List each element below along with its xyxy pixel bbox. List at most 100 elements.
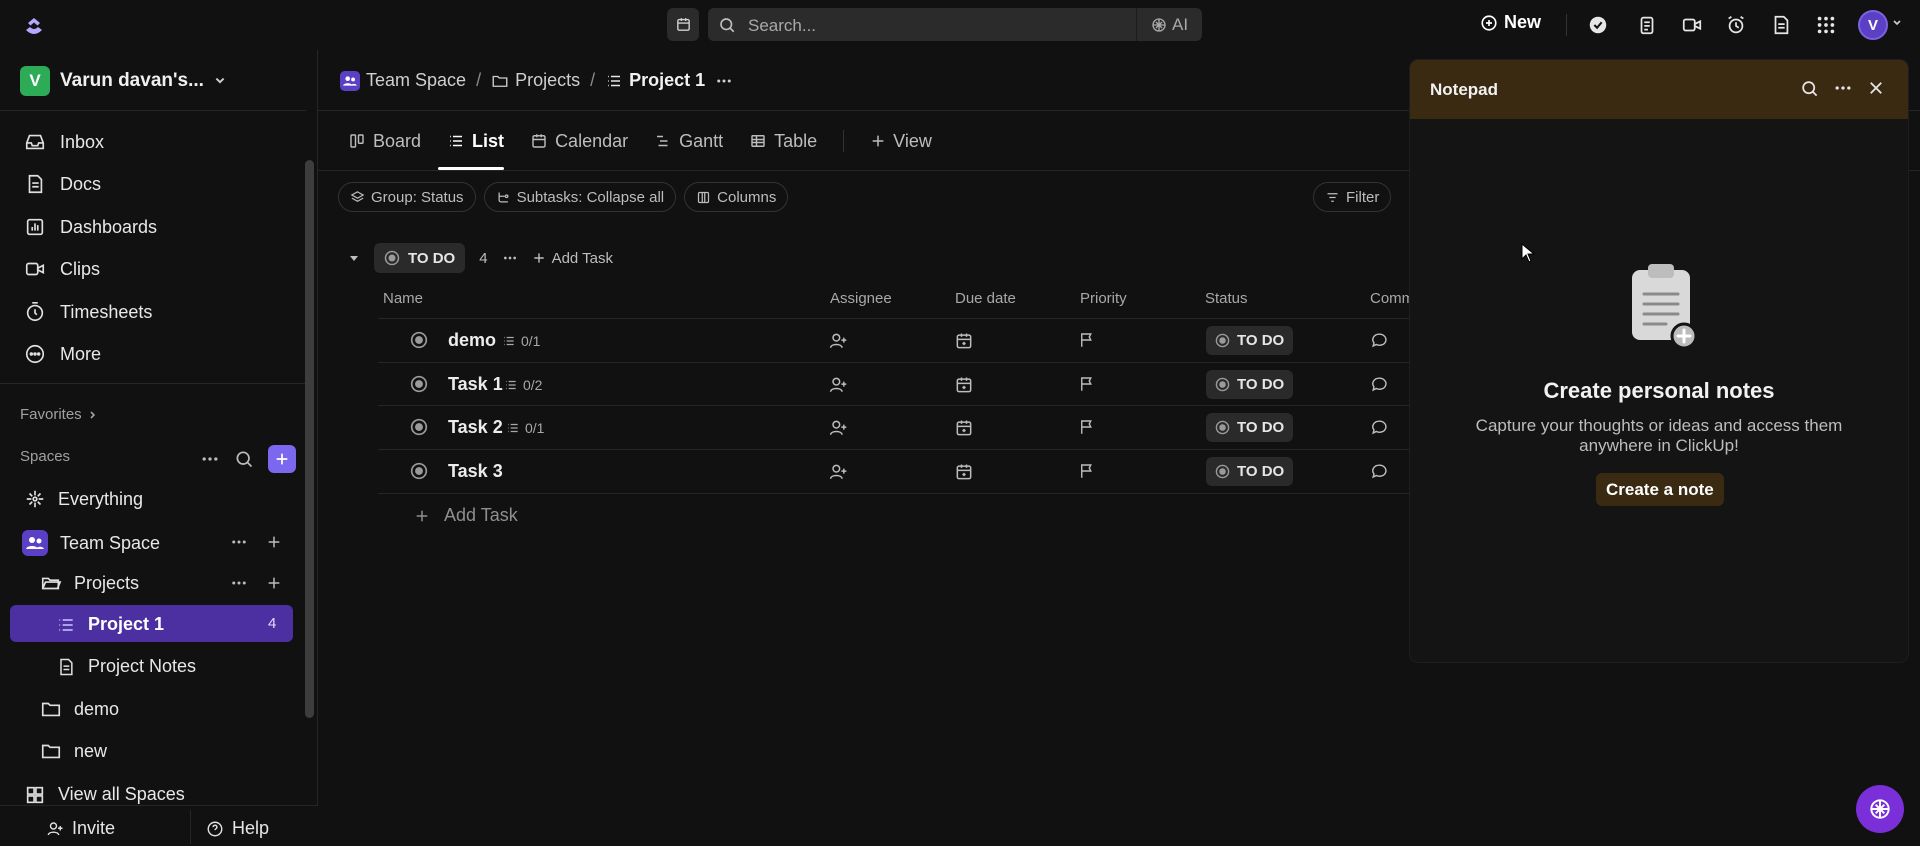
help-button[interactable]: Help — [206, 818, 269, 839]
status-circle-icon[interactable] — [410, 375, 428, 393]
column-header-status[interactable]: Status — [1205, 290, 1248, 307]
column-header-due-date[interactable]: Due date — [955, 290, 1016, 307]
alarm-clock-icon[interactable] — [1725, 14, 1747, 36]
sidebar-item-view-all-spaces[interactable]: View all Spaces — [24, 784, 185, 804]
subtask-count[interactable]: 0/1 — [506, 420, 544, 436]
sidebar-item-inbox[interactable]: Inbox — [24, 131, 104, 153]
plus-icon[interactable] — [266, 575, 282, 591]
sidebar-item-clips[interactable]: Clips — [24, 258, 100, 280]
comment-icon[interactable] — [1370, 418, 1389, 437]
column-header-comments[interactable]: Comm — [1370, 290, 1414, 307]
priority-flag-icon[interactable] — [1078, 462, 1096, 480]
tab-list[interactable]: List — [447, 131, 504, 152]
column-header-assignee[interactable]: Assignee — [830, 290, 892, 307]
sidebar-item-project-notes[interactable]: Project Notes — [56, 656, 196, 677]
tab-calendar[interactable]: Calendar — [530, 131, 628, 152]
add-assignee-icon[interactable] — [828, 331, 848, 351]
subtask-count[interactable]: 0/1 — [502, 333, 540, 349]
status-badge[interactable]: TO DO — [1206, 457, 1294, 486]
comment-icon[interactable] — [1370, 375, 1389, 394]
calendar-button[interactable] — [667, 8, 699, 41]
priority-flag-icon[interactable] — [1078, 418, 1096, 436]
add-task-inline-button[interactable]: Add Task — [532, 250, 613, 267]
status-circle-icon[interactable] — [410, 331, 428, 349]
sidebar-item-demo[interactable]: demo — [40, 698, 119, 720]
ai-button[interactable]: AI — [1150, 15, 1188, 35]
sidebar-item-more[interactable]: More — [24, 343, 101, 365]
more-horizontal-icon[interactable] — [715, 72, 733, 90]
column-header-name[interactable]: Name — [383, 290, 423, 307]
ai-assistant-button[interactable] — [1856, 785, 1904, 833]
tab-gantt[interactable]: Gantt — [654, 131, 723, 152]
status-badge[interactable]: TO DO — [1206, 326, 1294, 355]
sidebar-scrollbar[interactable] — [305, 160, 314, 718]
more-horizontal-icon[interactable] — [230, 533, 248, 551]
column-header-priority[interactable]: Priority — [1080, 290, 1127, 307]
sidebar-item-projects[interactable]: Projects — [40, 572, 139, 594]
status-badge[interactable]: TO DO — [1206, 413, 1294, 442]
tab-table[interactable]: Table — [749, 131, 817, 152]
subtask-count[interactable]: 0/2 — [504, 377, 542, 393]
video-camera-icon[interactable] — [1681, 14, 1703, 36]
status-circle-icon[interactable] — [410, 418, 428, 436]
plus-icon[interactable] — [266, 534, 282, 550]
new-button[interactable]: New — [1480, 12, 1541, 33]
clipboard-icon[interactable] — [1636, 14, 1658, 36]
more-horizontal-icon[interactable] — [200, 449, 220, 469]
task-name[interactable]: Task 1 — [448, 374, 503, 395]
user-avatar[interactable]: V — [1858, 10, 1888, 40]
more-horizontal-icon[interactable] — [1833, 78, 1853, 98]
sidebar-item-docs[interactable]: Docs — [24, 173, 101, 195]
due-date-icon[interactable] — [954, 375, 974, 395]
invite-button[interactable]: Invite — [46, 818, 115, 839]
breadcrumb-team-space[interactable]: Team Space — [340, 70, 466, 91]
more-horizontal-icon[interactable] — [502, 250, 518, 266]
sidebar-item-everything[interactable]: Everything — [24, 488, 143, 510]
breadcrumb-projects[interactable]: Projects — [491, 70, 580, 91]
due-date-icon[interactable] — [954, 418, 974, 438]
document-icon[interactable] — [1770, 14, 1792, 36]
status-circle-icon[interactable] — [410, 462, 428, 480]
check-circle-icon[interactable] — [1587, 14, 1609, 36]
task-name[interactable]: demo — [448, 330, 496, 351]
create-note-button[interactable]: Create a note — [1596, 473, 1724, 506]
sidebar-item-new[interactable]: new — [40, 740, 107, 762]
due-date-icon[interactable] — [954, 331, 974, 351]
breadcrumb-project-1[interactable]: Project 1 — [605, 70, 705, 91]
chevron-down-icon[interactable] — [1892, 18, 1902, 28]
comment-icon[interactable] — [1370, 462, 1389, 481]
add-assignee-icon[interactable] — [828, 375, 848, 395]
close-icon[interactable] — [1867, 79, 1885, 97]
sidebar-item-dashboards[interactable]: Dashboards — [24, 216, 157, 238]
status-badge[interactable]: TO DO — [1206, 370, 1294, 399]
priority-flag-icon[interactable] — [1078, 375, 1096, 393]
apps-grid-icon[interactable] — [1815, 14, 1837, 36]
caret-down-icon[interactable] — [348, 252, 360, 264]
search-input[interactable]: Search... AI — [708, 8, 1202, 41]
add-view-button[interactable]: View — [870, 131, 932, 152]
due-date-icon[interactable] — [954, 462, 974, 482]
add-assignee-icon[interactable] — [828, 462, 848, 482]
group-by-chip[interactable]: Group: Status — [338, 182, 476, 212]
more-horizontal-icon[interactable] — [230, 574, 248, 592]
subtasks-chip[interactable]: Subtasks: Collapse all — [483, 182, 677, 212]
filter-button[interactable]: Filter — [1313, 182, 1392, 212]
add-assignee-icon[interactable] — [828, 418, 848, 438]
task-name[interactable]: Task 2 — [448, 417, 503, 438]
comment-icon[interactable] — [1370, 331, 1389, 350]
search-icon[interactable] — [234, 449, 254, 469]
workspace-switcher[interactable]: V Varun davan's... — [20, 66, 226, 96]
sidebar-item-team-space[interactable]: Team Space — [22, 530, 160, 556]
create-space-button[interactable] — [268, 445, 296, 473]
favorites-header[interactable]: Favorites — [20, 406, 98, 423]
status-group-pill[interactable]: TO DO — [374, 243, 466, 273]
search-icon[interactable] — [1800, 79, 1819, 98]
tab-board[interactable]: Board — [348, 131, 421, 152]
columns-chip[interactable]: Columns — [684, 182, 789, 212]
add-task-button[interactable]: Add Task — [414, 505, 518, 526]
priority-flag-icon[interactable] — [1078, 331, 1096, 349]
sidebar-item-timesheets[interactable]: Timesheets — [24, 301, 152, 323]
task-name[interactable]: Task 3 — [448, 461, 503, 482]
clickup-logo-icon[interactable] — [22, 14, 46, 38]
project-1-entry[interactable]: Project 1 — [56, 614, 164, 635]
